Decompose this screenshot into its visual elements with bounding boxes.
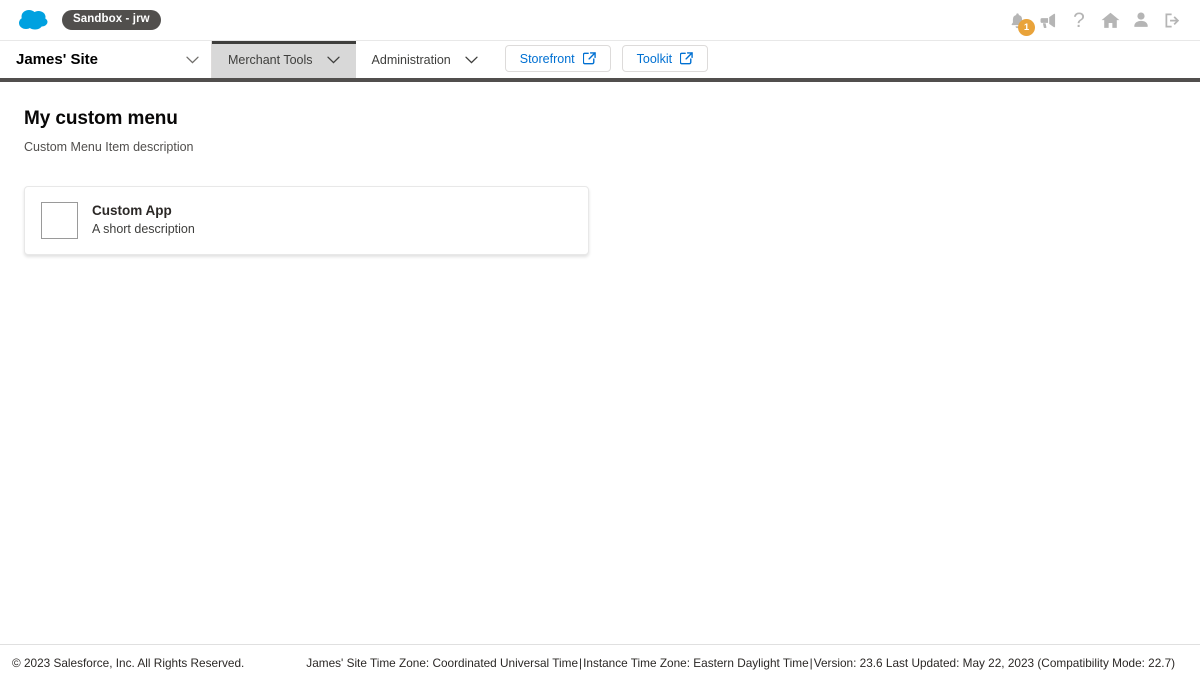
brand-zone: Sandbox - jrw — [16, 7, 161, 33]
external-link-icon — [680, 52, 693, 65]
help-question-glyph: ? — [1073, 10, 1085, 31]
footer-site-timezone: James' Site Time Zone: Coordinated Unive… — [306, 656, 578, 670]
storefront-link-label: Storefront — [520, 52, 575, 66]
site-name-label: James' Site — [16, 51, 176, 68]
site-selector[interactable]: James' Site — [16, 41, 212, 78]
notifications-bell-icon[interactable]: 1 — [1005, 8, 1029, 32]
app-card-description: A short description — [92, 222, 195, 237]
site-navigation-bar: James' Site Merchant Tools Administratio… — [0, 41, 1200, 78]
help-question-icon[interactable]: ? — [1067, 8, 1091, 32]
toolkit-link-label: Toolkit — [637, 52, 672, 66]
page-subtitle: Custom Menu Item description — [24, 140, 1176, 155]
external-link-icon — [583, 52, 596, 65]
nav-tab-administration[interactable]: Administration — [356, 41, 494, 78]
home-icon[interactable] — [1098, 8, 1122, 32]
notification-count-badge: 1 — [1018, 19, 1035, 36]
page-title: My custom menu — [24, 108, 1176, 131]
user-profile-icon[interactable] — [1129, 8, 1153, 32]
header-icon-group: 1 ? — [1005, 8, 1186, 32]
main-content: My custom menu Custom Menu Item descript… — [0, 82, 1200, 644]
global-header: Sandbox - jrw 1 ? — [0, 0, 1200, 41]
megaphone-icon[interactable] — [1036, 8, 1060, 32]
footer-instance-timezone: Instance Time Zone: Eastern Daylight Tim… — [583, 656, 809, 670]
nav-tab-merchant-tools-label: Merchant Tools — [228, 53, 313, 67]
toolkit-link-button[interactable]: Toolkit — [622, 45, 708, 72]
app-card-list: Custom App A short description — [24, 186, 1176, 255]
chevron-down-icon — [327, 56, 340, 64]
storefront-link-button[interactable]: Storefront — [505, 45, 611, 72]
app-card-title: Custom App — [92, 203, 195, 219]
app-thumbnail-placeholder — [41, 202, 78, 239]
app-card-custom-app[interactable]: Custom App A short description — [24, 186, 589, 255]
sandbox-badge: Sandbox - jrw — [62, 10, 161, 31]
salesforce-cloud-logo[interactable] — [16, 7, 52, 33]
nav-tab-merchant-tools[interactable]: Merchant Tools — [212, 41, 356, 78]
footer-status-info: James' Site Time Zone: Coordinated Unive… — [244, 656, 1190, 670]
app-page: Sandbox - jrw 1 ? — [0, 0, 1200, 680]
chevron-down-icon — [186, 56, 199, 64]
footer-version-info: Version: 23.6 Last Updated: May 22, 2023… — [814, 656, 1175, 670]
app-card-text: Custom App A short description — [92, 203, 195, 237]
logout-icon[interactable] — [1160, 8, 1184, 32]
footer-copyright: © 2023 Salesforce, Inc. All Rights Reser… — [10, 656, 244, 670]
nav-tab-list: Merchant Tools Administration Storefront — [212, 41, 708, 78]
page-footer: © 2023 Salesforce, Inc. All Rights Reser… — [0, 644, 1200, 680]
nav-tab-administration-label: Administration — [372, 53, 451, 67]
chevron-down-icon — [465, 56, 478, 64]
